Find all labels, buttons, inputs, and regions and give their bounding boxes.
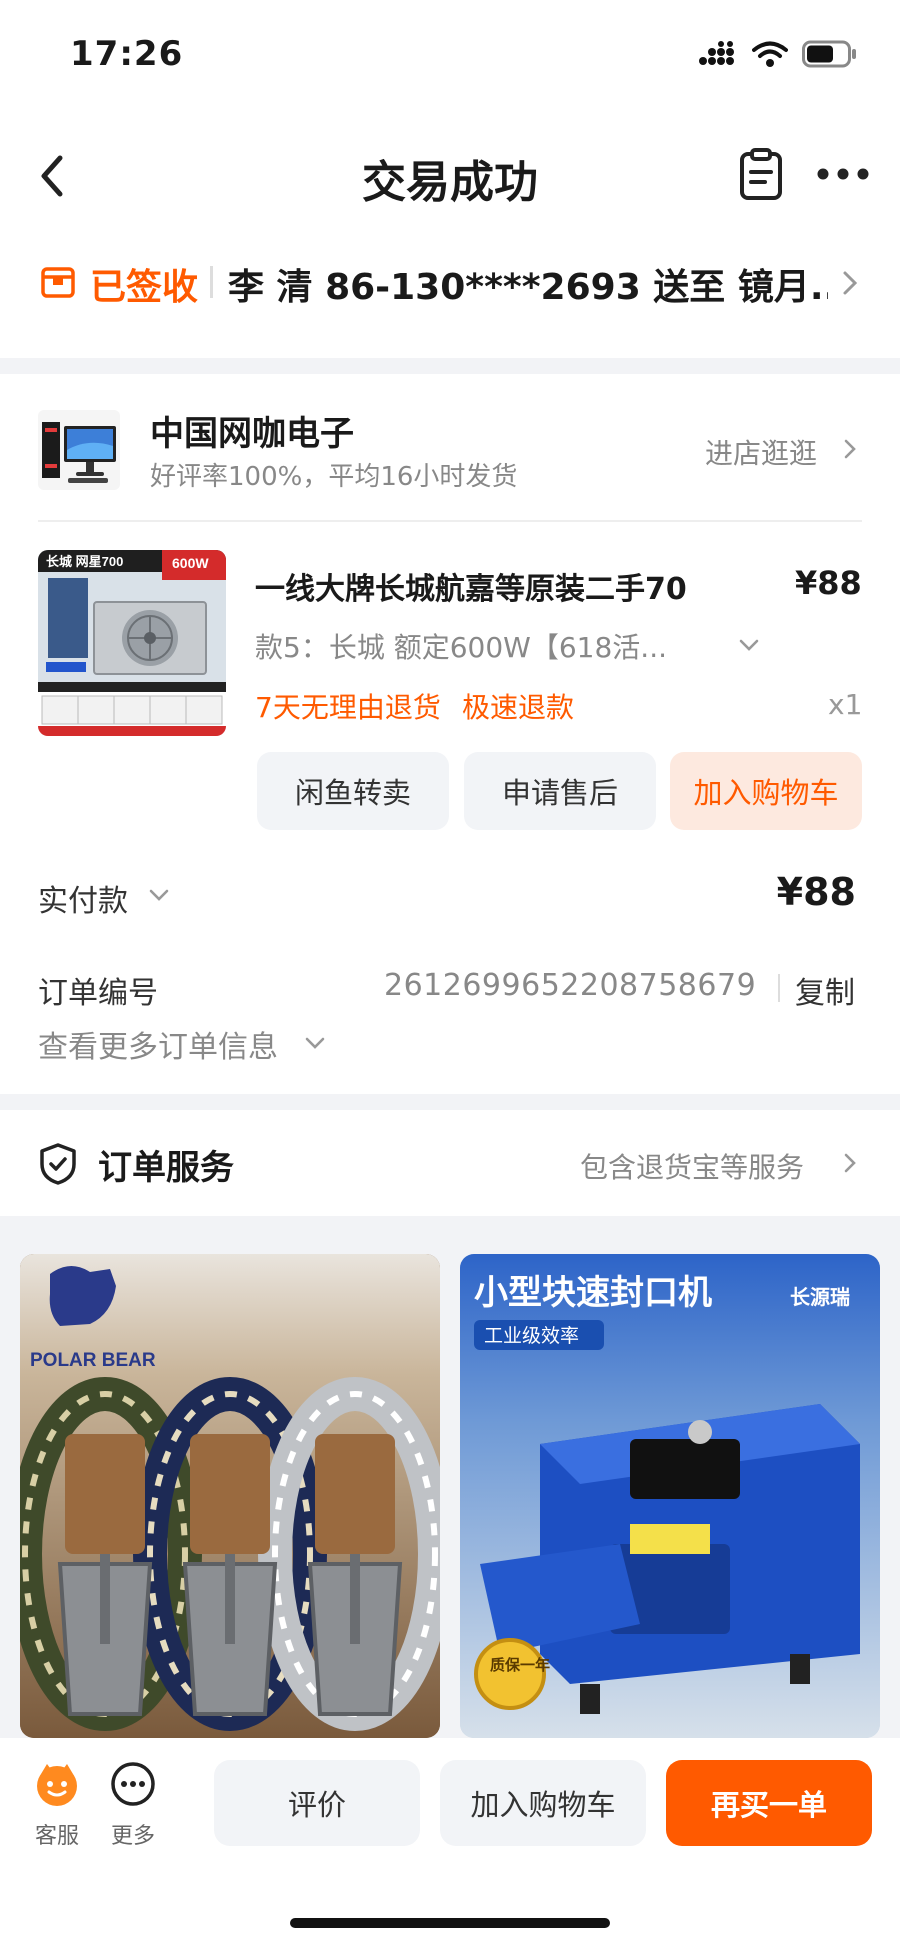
belt-product-image: POLAR BEAR <box>20 1254 440 1738</box>
belt-brand-text: POLAR BEAR <box>30 1350 156 1371</box>
power-supply-image: 长城 网星700 600W <box>38 550 226 736</box>
divider <box>210 266 213 298</box>
document-icon[interactable] <box>738 148 784 200</box>
more-order-info-link[interactable]: 查看更多订单信息 <box>38 1022 278 1066</box>
recipient-line: 李 清 86-130****2693 送至 镜月... <box>228 267 828 308</box>
paid-amount: ¥88 <box>776 870 856 914</box>
wifi-icon <box>752 41 788 67</box>
chevron-right-icon <box>843 271 858 295</box>
delivery-info[interactable]: 已签收 李 清 86-130****2693 送至 镜月... <box>0 240 900 358</box>
nav-bar: 交易成功 <box>0 110 900 240</box>
shop-rating: 好评率100%，平均16小时发货 <box>150 462 518 492</box>
warranty-seal-text: 质保一年 <box>490 1656 550 1674</box>
machine-badge: 工业级效率 <box>484 1325 579 1347</box>
order-number-label: 订单编号 <box>38 976 158 1011</box>
chevron-down-icon[interactable] <box>148 888 170 902</box>
fast-refund-tag: 极速退款 <box>462 691 575 724</box>
product-quantity: x1 <box>828 688 863 721</box>
divider <box>778 974 780 1002</box>
product-image-wattage: 600W <box>172 555 209 571</box>
paid-label[interactable]: 实付款 <box>38 876 128 920</box>
after-sale-button[interactable]: 申请售后 <box>464 752 656 830</box>
more-circle-icon <box>111 1762 155 1806</box>
service-title: 订单服务 <box>98 1148 234 1188</box>
machine-headline: 小型块速封口机 <box>474 1273 712 1313</box>
shop-name[interactable]: 中国网咖电子 <box>150 406 354 455</box>
machine-logo: 长源瑞 <box>790 1285 850 1309</box>
status-icons <box>698 40 858 68</box>
sealing-machine-image: 小型块速封口机 工业级效率 长源瑞 质保一年 <box>460 1254 880 1738</box>
resell-button[interactable]: 闲鱼转卖 <box>257 752 449 830</box>
shop-avatar-image <box>38 410 120 490</box>
product-title[interactable]: 一线大牌长城航嘉等原装二手70 <box>255 564 755 608</box>
shield-check-icon <box>40 1143 76 1185</box>
chevron-right-icon <box>844 1153 856 1173</box>
service-link[interactable]: 包含退货宝等服务 <box>580 1146 804 1186</box>
chevron-right-icon <box>844 439 856 459</box>
add-to-cart-button[interactable]: 加入购物车 <box>670 752 862 830</box>
status-time: 17:26 <box>70 34 184 74</box>
product-spec[interactable]: 款5：长城 额定600W【618活... <box>255 626 705 666</box>
more-label: 更多 <box>110 1824 155 1849</box>
add-to-cart-button[interactable]: 加入购物车 <box>440 1760 646 1846</box>
customer-service-button[interactable]: 客服 <box>22 1760 92 1850</box>
return-policy-tag: 7天无理由退货 <box>255 691 441 724</box>
shop-avatar[interactable] <box>38 410 120 490</box>
order-service-row[interactable]: 订单服务 包含退货宝等服务 <box>0 1110 900 1216</box>
chevron-down-icon[interactable] <box>738 638 760 652</box>
copy-button[interactable]: 复制 <box>795 968 855 1012</box>
battery-icon <box>802 40 856 68</box>
order-number: 2612699652208758679 <box>384 968 757 1003</box>
product-image-brand: 长城 网星700 <box>46 554 123 569</box>
product-price: ¥88 <box>795 564 862 602</box>
review-button[interactable]: 评价 <box>214 1760 420 1846</box>
chevron-down-icon[interactable] <box>304 1036 326 1050</box>
more-dots-icon[interactable] <box>815 162 871 186</box>
product-image[interactable]: 长城 网星700 600W <box>38 550 226 736</box>
more-button[interactable]: 更多 <box>98 1760 168 1850</box>
customer-service-label: 客服 <box>34 1824 79 1849</box>
signal-icon <box>699 41 734 65</box>
package-icon <box>41 267 75 298</box>
order-card: 中国网咖电子 好评率100%，平均16小时发货 进店逛逛 长城 网星700 60… <box>0 374 900 1094</box>
divider <box>38 520 862 522</box>
visit-shop-link[interactable]: 进店逛逛 <box>705 432 817 472</box>
customer-service-icon <box>37 1764 77 1806</box>
buy-again-button[interactable]: 再买一单 <box>666 1760 872 1846</box>
bottom-action-bar: 客服 更多 评价 加入购物车 再买一单 <box>0 1738 900 1947</box>
recommendation-card[interactable]: 小型块速封口机 工业级效率 长源瑞 质保一年 <box>460 1254 880 1738</box>
recommendation-card[interactable]: POLAR BEAR <box>20 1254 440 1738</box>
home-indicator[interactable] <box>290 1918 610 1928</box>
delivery-status: 已签收 <box>90 267 199 308</box>
status-bar: 17:26 <box>0 0 900 110</box>
